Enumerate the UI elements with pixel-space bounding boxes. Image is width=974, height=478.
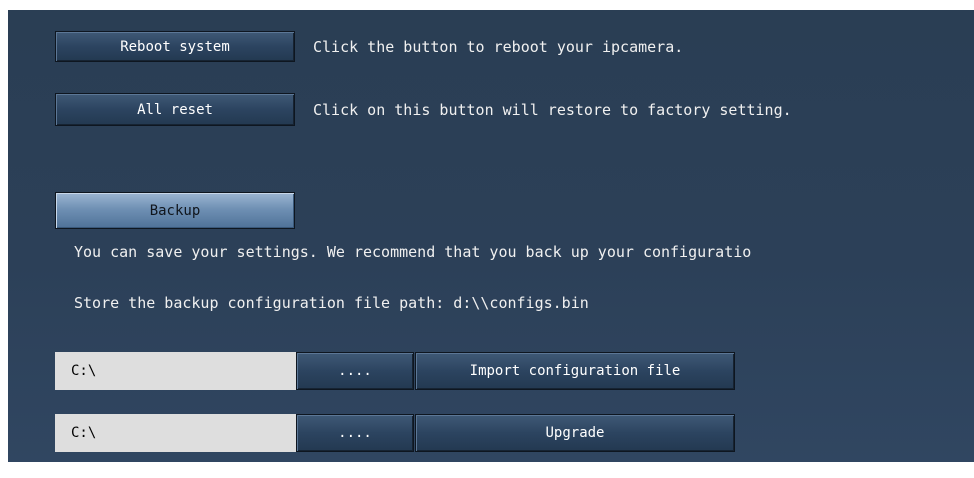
all-reset-button[interactable]: All reset (55, 93, 295, 126)
import-configuration-button[interactable]: Import configuration file (415, 352, 735, 390)
reboot-description: Click the button to reboot your ipcamera… (313, 38, 684, 56)
backup-button[interactable]: Backup (55, 192, 295, 229)
import-file-path-input[interactable] (55, 352, 296, 390)
import-browse-button[interactable]: .... (296, 352, 414, 390)
upgrade-file-path-input[interactable] (55, 414, 296, 452)
maintenance-panel: Reboot system Click the button to reboot… (8, 10, 974, 462)
reboot-system-button[interactable]: Reboot system (55, 31, 295, 62)
upgrade-button[interactable]: Upgrade (415, 414, 735, 452)
upgrade-browse-button[interactable]: .... (296, 414, 414, 452)
backup-path-text: Store the backup configuration file path… (74, 294, 589, 312)
backup-description: You can save your settings. We recommend… (74, 243, 752, 261)
reset-description: Click on this button will restore to fac… (313, 101, 792, 119)
